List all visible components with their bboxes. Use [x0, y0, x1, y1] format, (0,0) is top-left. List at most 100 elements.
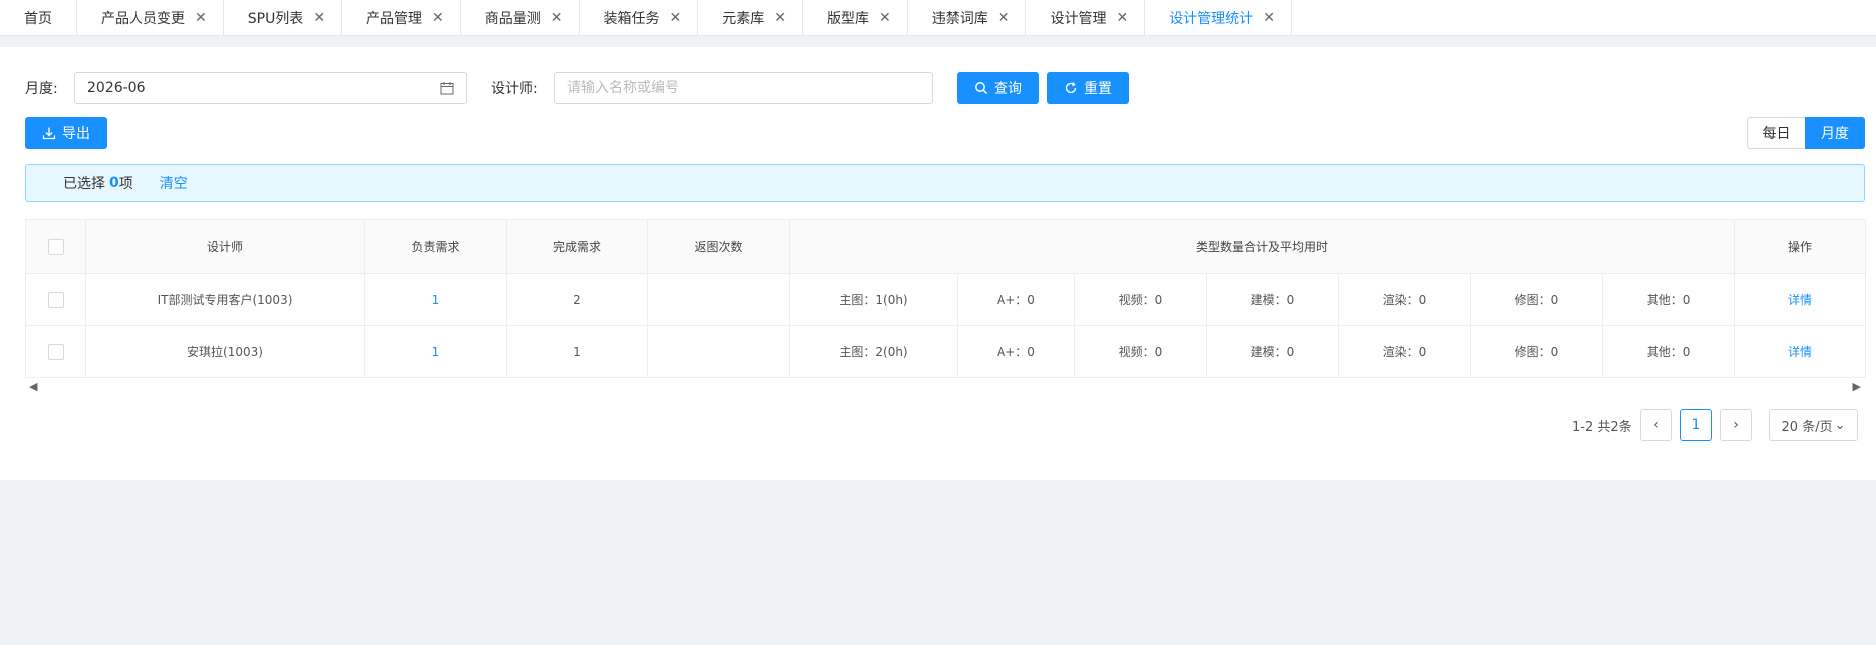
refresh-icon — [1065, 82, 1077, 94]
cell-retouch: 修图：0 — [1470, 325, 1603, 378]
tab-label: 首页 — [24, 11, 52, 27]
cell-returned — [647, 325, 790, 378]
tab-bar: 首页 产品人员变更 ✕ SPU列表 ✕ 产品管理 ✕ 商品量测 ✕ 装箱任务 ✕ 元素库 ✕… — [0, 0, 1876, 36]
calendar-icon — [440, 82, 454, 95]
cell-completed: 2 — [506, 273, 648, 326]
tab-element-library[interactable]: 元素库 ✕ — [698, 0, 803, 36]
tab-packing-task[interactable]: 装箱任务 ✕ — [580, 0, 699, 36]
tab-pattern-library[interactable]: 版型库 ✕ — [803, 0, 908, 36]
cell-aplus: A+：0 — [957, 273, 1075, 326]
tab-label: 元素库 — [722, 11, 765, 27]
reset-button[interactable]: 重置 — [1047, 72, 1129, 104]
close-icon[interactable]: ✕ — [670, 11, 682, 25]
close-icon[interactable]: ✕ — [998, 11, 1010, 25]
chevron-right-icon: › — [1733, 417, 1739, 433]
selection-prefix: 已选择 — [63, 176, 105, 192]
close-icon[interactable]: ✕ — [432, 11, 444, 25]
tab-design-stats[interactable]: 设计管理统计 ✕ — [1145, 0, 1292, 36]
cell-main-image: 主图：2(0h) — [789, 325, 958, 378]
cell-designer: 安琪拉(1003) — [85, 325, 365, 378]
select-all-cell — [25, 219, 86, 274]
close-icon[interactable]: ✕ — [195, 11, 207, 25]
cell-completed: 1 — [506, 325, 648, 378]
tab-home[interactable]: 首页 — [0, 0, 77, 36]
query-button[interactable]: 查询 — [957, 72, 1039, 104]
cell-other: 其他：0 — [1601, 325, 1736, 378]
page-size-select[interactable]: 20 条/页 ⌄ — [1769, 409, 1858, 441]
download-icon — [42, 127, 56, 140]
table-row: IT部测试专用客户(1003) 1 2 主图：1(0h) A+：0 视频：0 建… — [25, 273, 1867, 326]
header-returned: 返图次数 — [647, 219, 790, 274]
cell-modeling: 建模：0 — [1206, 273, 1339, 326]
selection-count: 0 — [109, 175, 119, 191]
stats-table: 设计师 负责需求 完成需求 返图次数 类型数量合计及平均用时 操作 IT部测试专… — [25, 219, 1867, 394]
selection-suffix: 项 — [118, 176, 133, 192]
export-button[interactable]: 导出 — [25, 117, 107, 149]
designer-search-input[interactable] — [554, 72, 933, 104]
designer-label-wrap: 设计师: — [491, 72, 538, 104]
tab-label: 设计管理统计 — [1169, 11, 1254, 27]
scroll-right-icon[interactable]: ▶ — [1853, 380, 1861, 393]
cell-aplus: A+：0 — [957, 325, 1075, 378]
close-icon[interactable]: ✕ — [1116, 11, 1128, 25]
cell-returned — [647, 273, 790, 326]
tab-label: 违禁词库 — [931, 11, 988, 27]
tab-product-staff-change[interactable]: 产品人员变更 ✕ — [77, 0, 224, 36]
cell-render: 渲染：0 — [1338, 273, 1471, 326]
details-link[interactable]: 详情 — [1734, 325, 1867, 378]
tab-spu-list[interactable]: SPU列表 ✕ — [224, 0, 343, 36]
close-icon[interactable]: ✕ — [1263, 11, 1275, 25]
pagination-summary-wrap: 1-2 共2条 — [1572, 409, 1632, 441]
tab-label: 商品量测 — [484, 11, 541, 27]
clear-selection-link[interactable]: 清空 — [160, 173, 188, 193]
tab-label: 装箱任务 — [603, 11, 660, 27]
tab-label: 版型库 — [826, 11, 869, 27]
tab-label: 产品管理 — [366, 11, 423, 27]
chevron-down-icon: ⌄ — [1834, 417, 1846, 433]
horizontal-scrollbar[interactable]: ◀ ▶ — [25, 378, 1865, 394]
header-responsible: 负责需求 — [364, 219, 507, 274]
cell-other: 其他：0 — [1601, 273, 1736, 326]
close-icon[interactable]: ✕ — [313, 11, 325, 25]
scroll-left-icon[interactable]: ◀ — [29, 380, 37, 393]
prev-page-button[interactable]: ‹ — [1640, 409, 1672, 441]
header-types: 类型数量合计及平均用时 — [788, 219, 1736, 274]
cell-video: 视频：0 — [1074, 273, 1207, 326]
designer-label: 设计师: — [491, 81, 538, 97]
page-size-value: 20 条/页 — [1781, 419, 1833, 435]
tab-label: 产品人员变更 — [101, 11, 185, 27]
month-label: 月度: — [25, 81, 58, 97]
main-panel: 月度: 2026-06 设计师: 查询 重置 导出 — [0, 47, 1876, 480]
tab-product-measure[interactable]: 商品量测 ✕ — [461, 0, 580, 36]
table-header-row: 设计师 负责需求 完成需求 返图次数 类型数量合计及平均用时 操作 — [25, 219, 1867, 274]
tab-banned-words[interactable]: 违禁词库 ✕ — [908, 0, 1027, 36]
export-label: 导出 — [62, 126, 90, 142]
search-icon — [975, 82, 988, 95]
selection-alert: 已选择 0 项 清空 — [25, 164, 1865, 202]
row-select-cell — [25, 325, 86, 378]
month-value: 2026-06 — [87, 80, 146, 96]
row-checkbox[interactable] — [47, 291, 64, 308]
next-page-button[interactable]: › — [1720, 409, 1752, 441]
page-number-button[interactable]: 1 — [1680, 409, 1712, 441]
header-designer: 设计师 — [85, 219, 365, 274]
cell-render: 渲染：0 — [1338, 325, 1471, 378]
tab-label: 设计管理 — [1050, 11, 1107, 27]
month-picker[interactable]: 2026-06 — [74, 72, 467, 104]
details-link[interactable]: 详情 — [1734, 273, 1867, 326]
tab-label: SPU列表 — [247, 11, 304, 27]
close-icon[interactable]: ✕ — [879, 11, 891, 25]
reset-label: 重置 — [1084, 81, 1112, 97]
monthly-toggle[interactable]: 月度 — [1805, 117, 1865, 149]
cell-responsible-link[interactable]: 1 — [364, 273, 507, 326]
tab-product-management[interactable]: 产品管理 ✕ — [342, 0, 461, 36]
close-icon[interactable]: ✕ — [774, 11, 786, 25]
query-label: 查询 — [994, 81, 1022, 97]
row-checkbox[interactable] — [47, 343, 64, 360]
cell-main-image: 主图：1(0h) — [789, 273, 958, 326]
tab-design-management[interactable]: 设计管理 ✕ — [1026, 0, 1146, 36]
select-all-checkbox[interactable] — [47, 238, 64, 255]
close-icon[interactable]: ✕ — [551, 11, 563, 25]
daily-toggle[interactable]: 每日 — [1747, 117, 1805, 149]
cell-responsible-link[interactable]: 1 — [364, 325, 507, 378]
